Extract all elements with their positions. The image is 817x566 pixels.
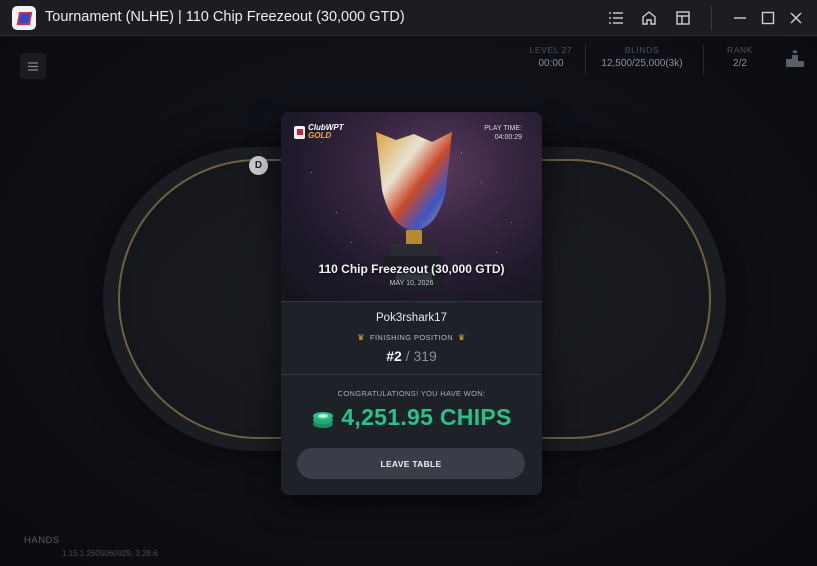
trophy-hero-banner: ClubWPT GOLD PLAY TIME: 04:00:29 110 Chi… <box>281 112 542 302</box>
titlebar-divider <box>711 6 712 30</box>
dealer-button: D <box>249 156 268 175</box>
prize-display: 4,251.95 CHIPS <box>281 404 542 431</box>
event-date: MAY 10, 2026 <box>389 280 434 287</box>
leaderboard-podium-icon[interactable] <box>785 49 805 72</box>
finishing-position-value: #2 / 319 <box>281 348 542 364</box>
crown-icon: ♛ <box>458 333 466 342</box>
app-logo-icon <box>12 6 36 30</box>
blinds-value: 12,500/25,000(3k) <box>601 58 683 69</box>
congratulations-text: CONGRATULATIONS! YOU HAVE WON: <box>337 389 486 398</box>
list-icon[interactable] <box>606 8 626 28</box>
close-icon[interactable] <box>786 8 806 28</box>
level-stat: LEVEL 27 00:00 <box>525 45 577 69</box>
hud-divider <box>703 45 704 75</box>
rank-value: 2/2 <box>733 58 747 69</box>
event-name: 110 Chip Freezeout (30,000 GTD) <box>318 262 505 276</box>
blinds-label: BLINDS <box>624 45 660 55</box>
hands-label[interactable]: HANDS <box>24 535 60 546</box>
rank-stat: RANK 2/2 <box>718 45 762 69</box>
hud-divider <box>585 45 586 75</box>
play-time-value: 04:00:29 <box>494 134 522 141</box>
chip-stack-icon <box>313 411 334 428</box>
level-label: LEVEL 27 <box>529 45 573 55</box>
hamburger-menu-icon[interactable] <box>20 53 46 79</box>
version-text: 1.15.1.2605060929, 3.28.6 <box>62 549 158 558</box>
finish-place: #2 <box>386 348 402 364</box>
finish-separator: / <box>405 348 410 364</box>
crown-icon: ♛ <box>357 333 365 342</box>
section-divider <box>281 374 542 375</box>
blinds-stat: BLINDS 12,500/25,000(3k) <box>594 45 690 69</box>
player-name: Pok3rshark17 <box>376 312 447 324</box>
brand-tier: GOLD <box>308 131 332 140</box>
section-divider <box>281 301 542 302</box>
home-icon[interactable] <box>639 8 659 28</box>
level-timer: 00:00 <box>538 58 564 69</box>
title-bar: Tournament (NLHE) | 110 Chip Freezeout (… <box>0 0 817 36</box>
minimize-icon[interactable] <box>730 8 750 28</box>
total-entrants: 319 <box>413 348 437 364</box>
finishing-position-label: ♛ FINISHING POSITION ♛ <box>281 333 542 342</box>
play-time-label: PLAY TIME: <box>484 125 522 132</box>
finishing-position-text: FINISHING POSITION <box>369 333 454 342</box>
tournament-result-modal: ClubWPT GOLD PLAY TIME: 04:00:29 110 Chi… <box>281 112 542 495</box>
leave-table-button[interactable]: LEAVE TABLE <box>297 448 525 479</box>
rank-label: RANK <box>726 45 754 55</box>
maximize-icon[interactable] <box>758 8 778 28</box>
play-time: PLAY TIME: 04:00:29 <box>484 124 522 142</box>
window-title: Tournament (NLHE) | 110 Chip Freezeout (… <box>45 9 405 25</box>
prize-amount: 4,251.95 CHIPS <box>341 404 512 430</box>
clubwpt-gold-logo: ClubWPT GOLD <box>294 124 344 140</box>
layout-icon[interactable] <box>673 8 693 28</box>
